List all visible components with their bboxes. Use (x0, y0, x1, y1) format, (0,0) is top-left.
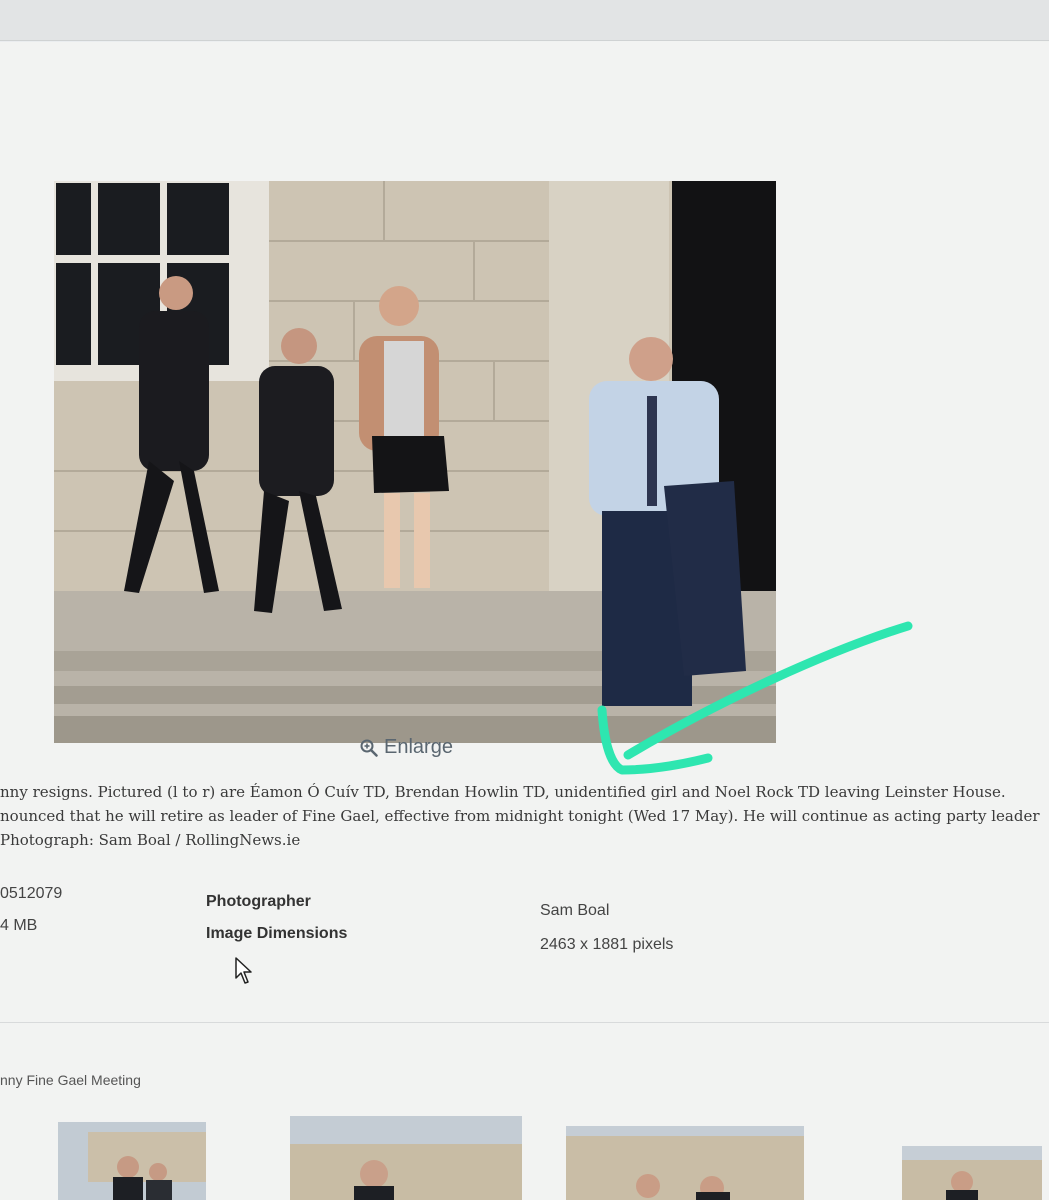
enlarge-link[interactable]: Enlarge (360, 736, 453, 759)
gallery-thumbnail[interactable] (290, 1116, 522, 1200)
image-id: 0512079 (0, 885, 63, 902)
gallery-title: nny Fine Gael Meeting (0, 1072, 141, 1088)
file-size: 4 MB (0, 917, 38, 934)
browser-top-bar (0, 0, 1049, 41)
dimensions-label: Image Dimensions (206, 925, 348, 942)
mouse-cursor-icon (234, 956, 256, 991)
caption-line-3: Photograph: Sam Boal / RollingNews.ie (0, 831, 301, 849)
gallery-thumbnail[interactable] (566, 1126, 804, 1200)
magnifier-icon (360, 739, 378, 757)
photographer-label: Photographer (206, 893, 311, 910)
enlarge-label: Enlarge (384, 736, 453, 758)
caption-line-1: nny resigns. Pictured (l to r) are Éamon… (0, 783, 1006, 801)
photo-illustration (54, 181, 776, 743)
gallery-thumbnail[interactable] (902, 1146, 1042, 1200)
section-divider (0, 1022, 1049, 1023)
dimensions-value: 2463 x 1881 pixels (540, 936, 674, 953)
caption-line-2: nounced that he will retire as leader of… (0, 807, 1040, 825)
photographer-value[interactable]: Sam Boal (540, 902, 609, 920)
gallery-thumbnail[interactable] (58, 1122, 206, 1200)
photo-caption: nny resigns. Pictured (l to r) are Éamon… (0, 780, 1049, 852)
main-photo[interactable] (54, 181, 776, 743)
